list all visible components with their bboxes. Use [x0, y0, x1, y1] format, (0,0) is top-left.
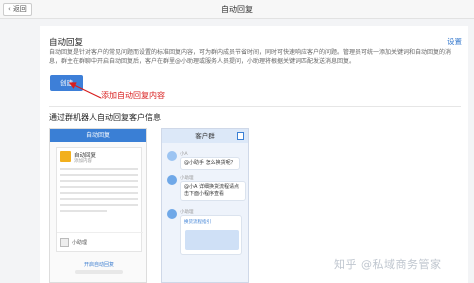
settings-preview: 自动回复 自动回复 添加内容 小助理 开启自动回复 — [49, 128, 147, 283]
auto-reply-item-card: 自动回复 添加内容 小助理 — [56, 147, 143, 252]
chat-message: 小助理 换货流程指引 — [167, 209, 242, 255]
mini-program-thumbnail — [185, 230, 239, 250]
item-divider — [57, 232, 143, 233]
item-subtitle: 添加内容 — [74, 159, 92, 164]
panel-title: 自动回复 — [49, 38, 84, 48]
placeholder-line — [60, 210, 107, 212]
message-bubble: @小A 详细换货流程请点击下面小程序查看 — [180, 181, 246, 201]
placeholder-line — [60, 204, 138, 206]
chat-header: 客户群 — [162, 129, 248, 143]
watermark: 知乎 @私域商务管家 — [334, 258, 442, 271]
bot-avatar — [167, 209, 177, 219]
document-icon — [237, 132, 244, 140]
divider — [49, 106, 461, 107]
avatar — [167, 151, 177, 161]
auto-reply-panel: 自动回复 设置 自动回复是针对客户的常见问题而设置的标准回复内容，可为群内成员节… — [40, 26, 468, 283]
enable-auto-reply-link[interactable]: 开启自动回复 — [50, 261, 148, 268]
home-indicator — [75, 270, 123, 274]
item-footer: 小助理 — [60, 238, 87, 247]
mini-program-title: 换货流程指引 — [184, 220, 211, 225]
section-title: 通过群机器人自动回复客户信息 — [49, 113, 161, 122]
placeholder-line — [60, 180, 138, 182]
placeholder-lines — [60, 168, 138, 216]
top-bar: ‹ 返回 自动回复 — [0, 0, 474, 19]
panel-description: 自动回复是针对客户的常见问题而设置的标准回复内容，可为群内成员节省时间，同时可快… — [49, 49, 452, 65]
placeholder-line — [60, 192, 138, 194]
footer-name: 小助理 — [72, 240, 88, 246]
chat-message: 小助理 @小A 详细换货流程请点击下面小程序查看 — [167, 175, 246, 201]
settings-preview-header: 自动回复 — [50, 129, 146, 142]
placeholder-line — [60, 168, 138, 170]
annotation-text: 添加自动回复内容 — [101, 91, 165, 100]
bot-avatar — [167, 175, 177, 185]
message-bubble: @小助手 怎么换货呢？ — [180, 157, 240, 170]
mini-program-card[interactable]: 换货流程指引 — [180, 215, 242, 255]
chat-title: 客户群 — [195, 132, 215, 140]
chat-preview: 客户群 小A @小助手 怎么换货呢？ 小助理 @小A 详细换货流程请点击下面小程… — [161, 128, 249, 283]
annotation-arrow — [68, 82, 102, 99]
chat-message: 小A @小助手 怎么换货呢？ — [167, 151, 240, 170]
page-title: 自动回复 — [221, 5, 253, 14]
qr-code-icon — [60, 238, 69, 247]
settings-link[interactable]: 设置 — [447, 36, 462, 47]
placeholder-line — [60, 174, 138, 176]
placeholder-line — [60, 186, 138, 188]
placeholder-line — [60, 198, 138, 200]
auto-reply-app-icon — [60, 151, 71, 162]
